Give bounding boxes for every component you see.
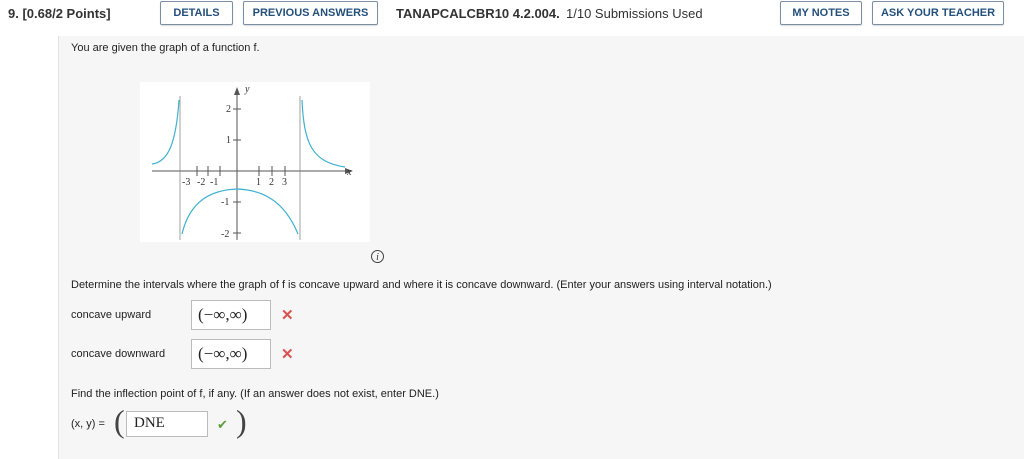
x-axis-label: x [346,167,352,178]
question-points: 9. [0.68/2 Points] [8,6,111,21]
ask-your-teacher-button[interactable]: ASK YOUR TEACHER [872,1,1004,25]
inflection-label: (x, y) = [71,418,105,430]
submissions-count: 1/10 Submissions Used [566,6,703,21]
x-tick-label: 3 [282,177,287,188]
concave-upward-label: concave upward [71,309,152,321]
x-tick-label: -3 [182,177,190,188]
concave-downward-label: concave downward [71,348,166,360]
y-tick-label: 2 [226,104,231,115]
question-prompt: You are given the graph of a function f. [71,42,260,54]
previous-answers-button[interactable]: PREVIOUS ANSWERS [243,1,378,25]
y-tick-label: -1 [221,197,229,208]
instructions-text: Determine the intervals where the graph … [71,279,772,291]
close-paren: ) [236,403,247,439]
incorrect-x-icon: ✕ [281,346,294,363]
inflection-point-answer[interactable]: DNE [126,411,208,437]
concave-upward-answer[interactable]: (−∞,∞) [191,300,271,330]
concave-downward-answer[interactable]: (−∞,∞) [191,339,271,369]
y-tick-label: -2 [221,229,229,240]
question-header: 9. [0.68/2 Points] DETAILS PREVIOUS ANSW… [0,0,1024,28]
function-graph: x y -3 -2 -1 1 2 3 2 1 -1 -2 [140,82,370,242]
question-code: TANAPCALCBR10 4.2.004. [396,6,560,21]
inflection-question: Find the inflection point of f, if any. … [71,388,439,400]
x-tick-label: -1 [210,177,218,188]
y-axis-label: y [244,84,250,95]
y-tick-label: 1 [226,135,231,146]
x-tick-label: 1 [256,177,261,188]
x-tick-label: -2 [197,177,205,188]
details-button[interactable]: DETAILS [160,1,233,25]
my-notes-button[interactable]: MY NOTES [780,1,862,25]
open-paren: ( [114,403,125,439]
incorrect-x-icon: ✕ [281,307,294,324]
correct-check-icon: ✔ [217,417,228,432]
info-icon[interactable]: i [371,250,384,263]
x-tick-label: 2 [269,177,274,188]
